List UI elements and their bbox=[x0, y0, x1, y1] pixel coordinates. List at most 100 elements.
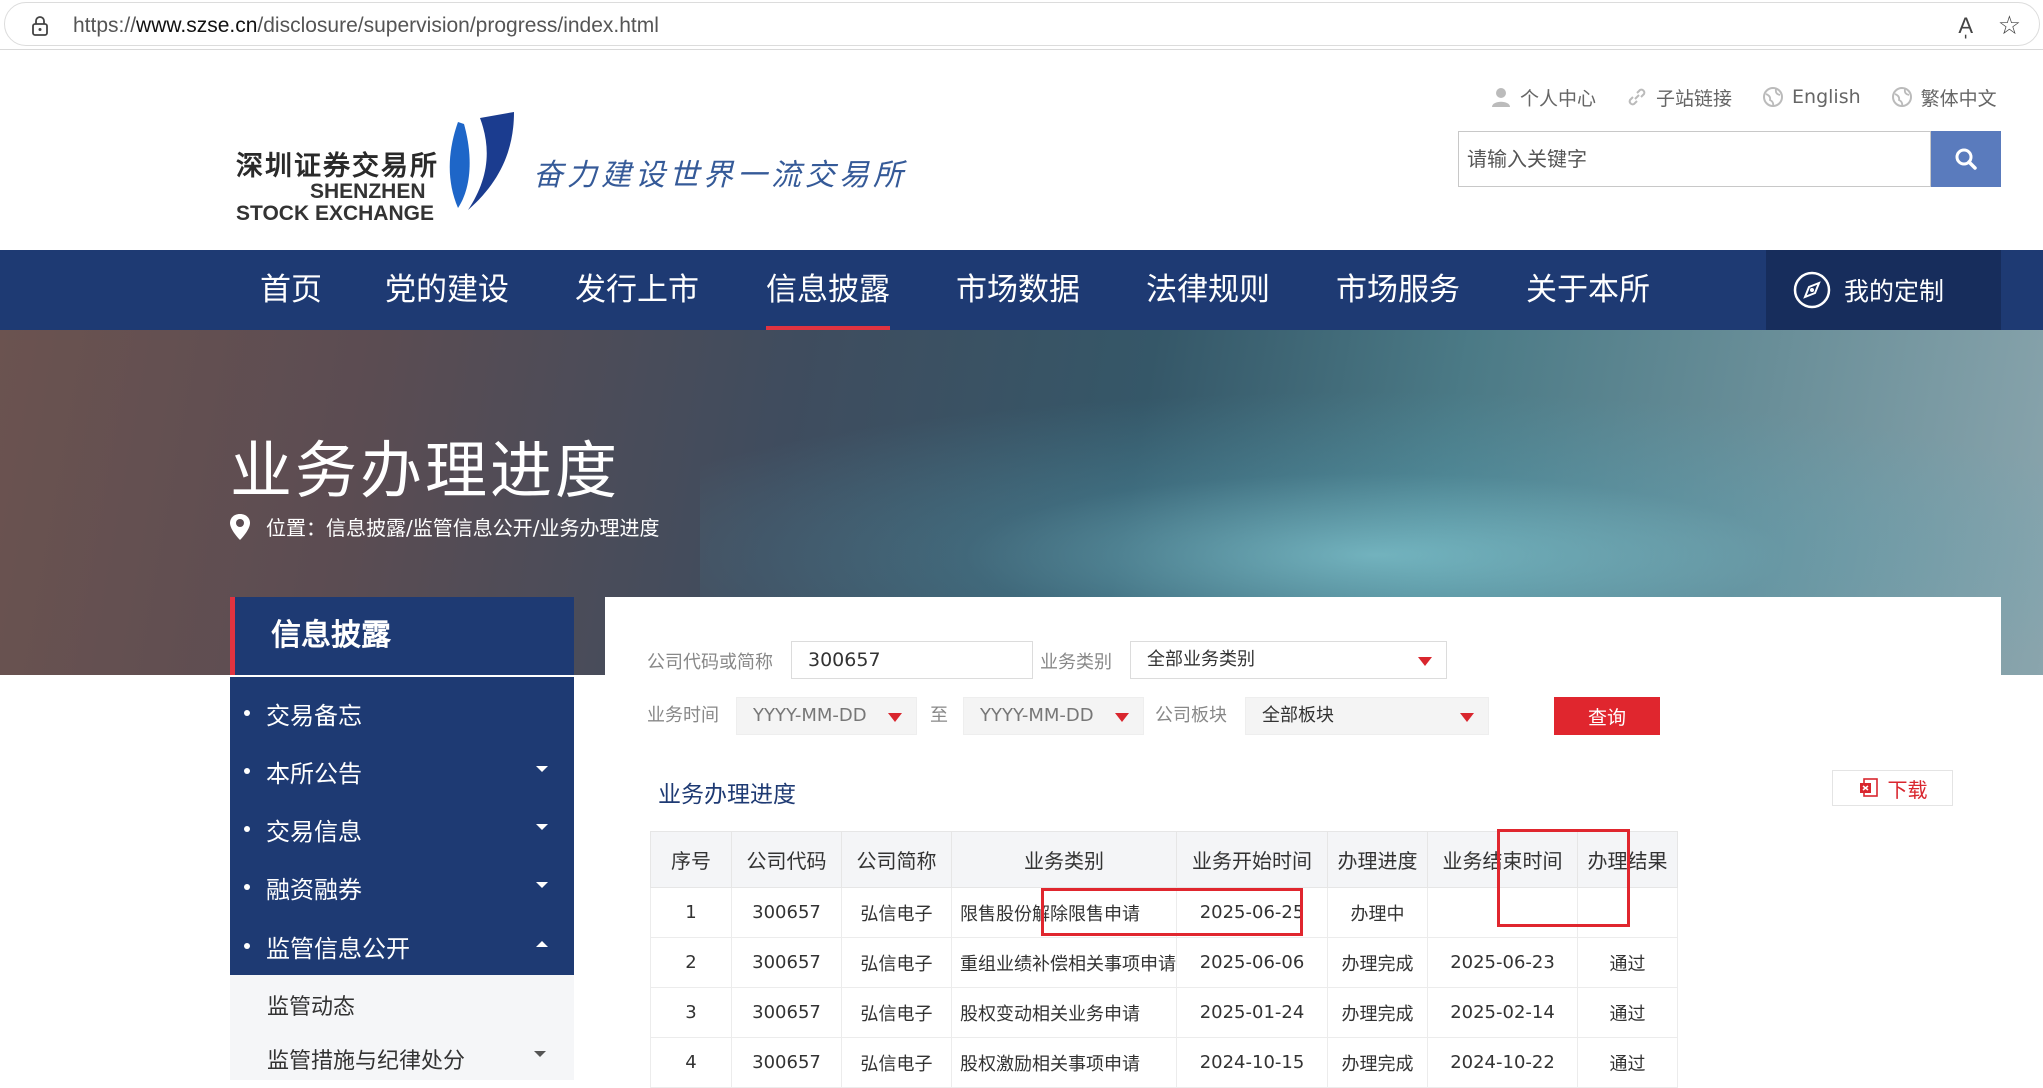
cell-company-code: 300657 bbox=[731, 987, 842, 1038]
chevron-down-icon[interactable] bbox=[534, 1051, 546, 1057]
query-button[interactable]: 查询 bbox=[1554, 697, 1660, 735]
link-icon bbox=[1628, 88, 1646, 106]
top-link-personal-center[interactable]: 个人中心 bbox=[1490, 82, 1596, 112]
cell-end-time: 2024-10-22 bbox=[1427, 1037, 1578, 1088]
table-row[interactable]: 4 300657 弘信电子 股权激励相关事项申请 2024-10-15 办理完成… bbox=[650, 1037, 1678, 1088]
cell-start-time: 2025-01-24 bbox=[1176, 987, 1328, 1038]
dropdown-caret-icon bbox=[1460, 713, 1474, 722]
table-row[interactable]: 1 300657 弘信电子 限售股份解除限售申请 2025-06-25 办理中 bbox=[650, 887, 1678, 938]
logo-english-line2: STOCK EXCHANGE bbox=[236, 202, 434, 225]
search-icon bbox=[1955, 148, 1977, 170]
url-text: https://www.szse.cn/disclosure/supervisi… bbox=[73, 14, 659, 37]
nav-disclosure[interactable]: 信息披露 bbox=[766, 250, 890, 330]
cell-result: 通过 bbox=[1577, 987, 1678, 1038]
cell-progress: 办理完成 bbox=[1327, 937, 1428, 988]
top-link-english[interactable]: English bbox=[1762, 82, 1861, 112]
favorite-star-icon[interactable]: ☆ bbox=[1998, 11, 2021, 41]
read-aloud-icon[interactable]: A̩ bbox=[1958, 13, 1973, 39]
cell-company-code: 300657 bbox=[731, 937, 842, 988]
nav-rules[interactable]: 法律规则 bbox=[1146, 250, 1270, 330]
business-time-label: 业务时间 bbox=[647, 705, 719, 726]
date-to-separator: 至 bbox=[930, 705, 948, 726]
globe-icon bbox=[1763, 87, 1784, 107]
company-code-input[interactable]: 300657 bbox=[791, 641, 1033, 679]
col-header-company-code: 公司代码 bbox=[731, 831, 842, 888]
col-header-progress: 办理进度 bbox=[1327, 831, 1428, 888]
sidebar-item-trading-memo[interactable]: 交易备忘 bbox=[230, 684, 574, 742]
board-select[interactable]: 全部板块 bbox=[1245, 697, 1489, 735]
progress-table: 序号 公司代码 公司简称 业务类别 业务开始时间 办理进度 业务结束时间 办理结… bbox=[650, 831, 1678, 1088]
nav-market-services[interactable]: 市场服务 bbox=[1336, 250, 1460, 330]
table-row[interactable]: 2 300657 弘信电子 重组业绩补偿相关事项申请 2025-06-06 办理… bbox=[650, 937, 1678, 988]
bullet-icon bbox=[244, 710, 250, 716]
sidebar-subitem-measures-discipline[interactable]: 监管措施与纪律处分 bbox=[267, 1043, 465, 1075]
cell-business-type[interactable]: 重组业绩补偿相关事项申请 bbox=[951, 937, 1177, 988]
page-title: 业务办理进度 bbox=[230, 434, 621, 507]
breadcrumb-text[interactable]: 位置：信息披露/监管信息公开/业务办理进度 bbox=[266, 512, 659, 541]
board-label: 公司板块 bbox=[1155, 705, 1227, 726]
sidebar-subitem-supervision-news[interactable]: 监管动态 bbox=[267, 989, 355, 1021]
cell-result bbox=[1577, 887, 1678, 938]
nav-party-building[interactable]: 党的建设 bbox=[385, 250, 509, 330]
nav-about[interactable]: 关于本所 bbox=[1526, 250, 1650, 330]
my-customization-button[interactable]: 我的定制 bbox=[1766, 250, 2001, 330]
nav-market-data[interactable]: 市场数据 bbox=[956, 250, 1080, 330]
main-panel: 公司代码或简称 300657 业务类别 全部业务类别 业务时间 YYYY-MM-… bbox=[605, 597, 2001, 1088]
nav-home[interactable]: 首页 bbox=[260, 250, 322, 330]
cell-progress: 办理完成 bbox=[1327, 1037, 1428, 1088]
cell-end-time bbox=[1427, 887, 1578, 938]
col-header-business-type: 业务类别 bbox=[951, 831, 1177, 888]
cell-start-time: 2025-06-25 bbox=[1176, 887, 1328, 938]
sidebar-item-announcements[interactable]: 本所公告 bbox=[230, 742, 574, 800]
business-type-select[interactable]: 全部业务类别 bbox=[1130, 641, 1447, 679]
top-link-subsites[interactable]: 子站链接 bbox=[1626, 82, 1732, 112]
sidebar-item-supervision-info[interactable]: 监管信息公开 bbox=[230, 917, 574, 975]
bullet-icon bbox=[244, 884, 250, 890]
file-download-icon bbox=[1859, 778, 1878, 797]
site-header: 深圳证券交易所 SHENZHEN STOCK EXCHANGE 奋力建设世界一流… bbox=[0, 50, 2043, 250]
cell-index: 1 bbox=[650, 887, 732, 938]
cell-company-code: 300657 bbox=[731, 1037, 842, 1088]
date-from-select[interactable]: YYYY-MM-DD bbox=[736, 697, 917, 735]
sidebar-item-trading-info[interactable]: 交易信息 bbox=[230, 800, 574, 858]
table-title: 业务办理进度 bbox=[658, 782, 796, 808]
cell-company-name: 弘信电子 bbox=[841, 937, 952, 988]
breadcrumb: 位置：信息披露/监管信息公开/业务办理进度 bbox=[228, 512, 659, 541]
col-header-result: 办理结果 bbox=[1577, 831, 1678, 888]
cell-business-type[interactable]: 股权变动相关业务申请 bbox=[951, 987, 1177, 1038]
cell-business-type[interactable]: 股权激励相关事项申请 bbox=[951, 1037, 1177, 1088]
cell-result: 通过 bbox=[1577, 937, 1678, 988]
date-to-select[interactable]: YYYY-MM-DD bbox=[963, 697, 1144, 735]
chevron-up-icon bbox=[536, 941, 548, 947]
chevron-down-icon bbox=[536, 882, 548, 888]
col-header-index: 序号 bbox=[650, 831, 732, 888]
globe-icon bbox=[1891, 87, 1912, 107]
dropdown-caret-icon bbox=[1115, 713, 1129, 722]
cell-end-time: 2025-02-14 bbox=[1427, 987, 1578, 1038]
sidebar-item-margin-trading[interactable]: 融资融券 bbox=[230, 858, 574, 916]
cell-company-name: 弘信电子 bbox=[841, 1037, 952, 1088]
site-search-input[interactable] bbox=[1458, 131, 1931, 187]
top-link-traditional-chinese[interactable]: 繁体中文 bbox=[1891, 82, 1997, 112]
logo-chinese-text: 深圳证券交易所 bbox=[236, 151, 439, 182]
cell-index: 4 bbox=[650, 1037, 732, 1088]
cell-index: 2 bbox=[650, 937, 732, 988]
download-button[interactable]: 下载 bbox=[1832, 770, 1953, 806]
slogan: 奋力建设世界一流交易所 bbox=[533, 158, 907, 193]
user-icon bbox=[1492, 88, 1510, 107]
dropdown-caret-icon bbox=[888, 713, 902, 722]
cell-company-code: 300657 bbox=[731, 887, 842, 938]
site-search-button[interactable] bbox=[1931, 131, 2001, 187]
nav-listing[interactable]: 发行上市 bbox=[575, 250, 699, 330]
cell-result: 通过 bbox=[1577, 1037, 1678, 1088]
bullet-icon bbox=[244, 826, 250, 832]
logo-english-line1: SHENZHEN bbox=[310, 180, 426, 203]
chevron-down-icon bbox=[536, 766, 548, 772]
cell-start-time: 2024-10-15 bbox=[1176, 1037, 1328, 1088]
cell-progress: 办理完成 bbox=[1327, 987, 1428, 1038]
cell-business-type[interactable]: 限售股份解除限售申请 bbox=[951, 887, 1177, 938]
table-row[interactable]: 3 300657 弘信电子 股权变动相关业务申请 2025-01-24 办理完成… bbox=[650, 987, 1678, 1038]
szse-logo-icon[interactable] bbox=[440, 110, 520, 220]
url-field[interactable]: https://www.szse.cn/disclosure/supervisi… bbox=[4, 2, 2040, 46]
location-pin-icon bbox=[230, 513, 250, 540]
